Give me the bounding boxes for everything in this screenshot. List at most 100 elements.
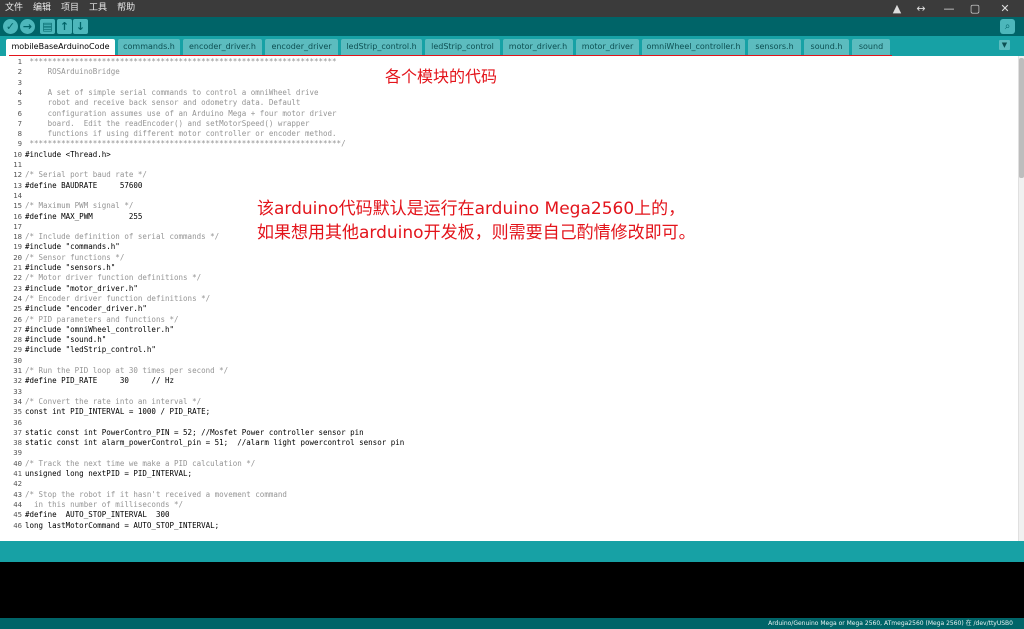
line-number: 15 bbox=[13, 201, 22, 211]
scrollbar-thumb[interactable] bbox=[1019, 58, 1024, 178]
menu-tools[interactable]: 工具 bbox=[84, 0, 112, 17]
menu-sketch[interactable]: 项目 bbox=[56, 0, 84, 17]
code-line[interactable]: configuration assumes use of an Arduino … bbox=[25, 109, 337, 118]
code-line[interactable]: /* Serial port baud rate */ bbox=[25, 170, 147, 179]
line-number-gutter: 1 2 3 4 5 6 7 8 9 10 11 12 13 14 15 16 17 18 19 20 21 22 23 24 2… bbox=[0, 56, 23, 541]
code-line[interactable]: #include "sensors.h" bbox=[25, 263, 115, 272]
code-line[interactable]: robot and receive back sensor and odomet… bbox=[25, 98, 301, 107]
code-line[interactable]: /* PID parameters and functions */ bbox=[25, 315, 179, 324]
line-number: 14 bbox=[13, 190, 22, 200]
line-number: 8 bbox=[17, 129, 22, 139]
line-number: 26 bbox=[13, 314, 22, 324]
tab-bar: mobileBaseArduinoCode commands.h encoder… bbox=[0, 36, 1024, 56]
line-number: 36 bbox=[13, 417, 22, 427]
line-number: 43 bbox=[13, 489, 22, 499]
line-number: 29 bbox=[13, 345, 22, 355]
line-number: 10 bbox=[13, 149, 22, 159]
code-editor[interactable]: 1 2 3 4 5 6 7 8 9 10 11 12 13 14 15 16 17 18 19 20 21 22 23 24 2… bbox=[0, 56, 1024, 541]
code-line[interactable]: #define AUTO_STOP_INTERVAL 300 bbox=[25, 510, 170, 519]
tab-encoder-driver[interactable]: encoder_driver bbox=[265, 39, 338, 56]
code-line[interactable]: /* Motor driver function definitions */ bbox=[25, 273, 201, 282]
code-line[interactable]: /* Maximum PWM signal */ bbox=[25, 201, 133, 210]
tab-mobile-base-arduino-code[interactable]: mobileBaseArduinoCode bbox=[6, 39, 115, 56]
tab-omniwheel-controller-h[interactable]: omniWheel_controller.h bbox=[642, 39, 745, 56]
code-line[interactable]: /* Convert the rate into an interval */ bbox=[25, 397, 201, 406]
line-number: 31 bbox=[13, 366, 22, 375]
line-number: 32 bbox=[13, 376, 22, 386]
line-number: 24 bbox=[13, 293, 22, 303]
code-line[interactable]: board. Edit the readEncoder() and setMot… bbox=[25, 119, 310, 128]
new-sketch-icon[interactable]: ▤ bbox=[40, 19, 55, 34]
line-number: 41 bbox=[13, 469, 22, 478]
toolbar: ✓ → ▤ ↑ ↓ ⌕ bbox=[0, 17, 1024, 36]
line-number: 9 bbox=[17, 139, 22, 149]
code-line[interactable]: #define MAX_PWM 255 bbox=[25, 212, 142, 221]
line-number: 45 bbox=[13, 510, 22, 520]
menu-file[interactable]: 文件 bbox=[0, 0, 28, 17]
code-line[interactable]: ****************************************… bbox=[25, 139, 346, 148]
code-line[interactable]: #include "commands.h" bbox=[25, 242, 120, 251]
editor-scrollbar[interactable] bbox=[1018, 56, 1024, 541]
tab-motor-driver[interactable]: motor_driver bbox=[576, 39, 639, 56]
code-line[interactable]: /* Stop the robot if it hasn't received … bbox=[25, 490, 287, 499]
window-maximize-icon[interactable]: ▢ bbox=[966, 0, 984, 17]
line-number: 40 bbox=[13, 458, 22, 468]
board-port-info: Arduino/Genuino Mega or Mega 2560, ATmeg… bbox=[768, 620, 1013, 627]
tab-sound[interactable]: sound bbox=[852, 39, 890, 56]
code-line[interactable]: functions if using different motor contr… bbox=[25, 129, 337, 138]
annotation-board-line-1: 该arduino代码默认是运行在arduino Mega2560上的， bbox=[257, 199, 686, 219]
code-line[interactable]: #include "encoder_driver.h" bbox=[25, 304, 147, 313]
code-line[interactable]: #define PID_RATE 30 // Hz bbox=[25, 376, 174, 385]
tab-ledstrip-control-h[interactable]: ledStrip_control.h bbox=[341, 39, 422, 56]
verify-icon[interactable]: ✓ bbox=[3, 19, 18, 34]
line-number: 39 bbox=[13, 448, 22, 458]
line-number: 22 bbox=[13, 273, 22, 283]
code-line[interactable]: in this number of milliseconds */ bbox=[25, 500, 183, 509]
code-line[interactable]: long lastMotorCommand = AUTO_STOP_INTERV… bbox=[25, 521, 219, 530]
code-line[interactable]: /* Run the PID loop at 30 times per seco… bbox=[25, 366, 228, 375]
save-sketch-icon[interactable]: ↓ bbox=[73, 19, 88, 34]
tab-sensors-h[interactable]: sensors.h bbox=[748, 39, 801, 56]
code-line[interactable]: #include "sound.h" bbox=[25, 335, 106, 344]
code-line[interactable]: /* Sensor functions */ bbox=[25, 253, 124, 262]
tab-sound-h[interactable]: sound.h bbox=[804, 39, 849, 56]
tab-commands-h[interactable]: commands.h bbox=[118, 39, 180, 56]
code-line[interactable]: #include <Thread.h> bbox=[25, 150, 111, 159]
code-line[interactable]: /* Include definition of serial commands… bbox=[25, 232, 219, 241]
window-minimize-icon[interactable]: — bbox=[940, 0, 958, 17]
code-line[interactable]: static const int alarm_powerControl_pin … bbox=[25, 438, 404, 447]
upload-icon[interactable]: → bbox=[20, 19, 35, 34]
code-line[interactable]: ****************************************… bbox=[25, 57, 337, 66]
line-number: 42 bbox=[13, 479, 22, 489]
menu-help[interactable]: 帮助 bbox=[112, 0, 140, 17]
code-line[interactable]: const int PID_INTERVAL = 1000 / PID_RATE… bbox=[25, 407, 210, 416]
line-number: 34 bbox=[13, 396, 22, 406]
code-line[interactable]: static const int PowerContro_PIN = 52; /… bbox=[25, 428, 364, 437]
window-resize-icon[interactable]: ↔ bbox=[912, 0, 930, 17]
code-line[interactable]: /* Encoder driver function definitions *… bbox=[25, 294, 210, 303]
code-line[interactable]: A set of simple serial commands to contr… bbox=[25, 88, 319, 97]
code-line[interactable]: ROSArduinoBridge bbox=[25, 67, 120, 76]
line-number: 35 bbox=[13, 407, 22, 417]
line-number: 11 bbox=[13, 160, 22, 169]
code-line[interactable]: /* Track the next time we make a PID cal… bbox=[25, 459, 255, 468]
code-line[interactable]: #define BAUDRATE 57600 bbox=[25, 181, 142, 190]
line-number: 20 bbox=[13, 252, 22, 262]
open-sketch-icon[interactable]: ↑ bbox=[57, 19, 72, 34]
footer-bar: Arduino/Genuino Mega or Mega 2560, ATmeg… bbox=[0, 618, 1024, 629]
tab-encoder-driver-h[interactable]: encoder_driver.h bbox=[183, 39, 262, 56]
tab-menu-icon[interactable]: ▼ bbox=[999, 40, 1010, 50]
tab-ledstrip-control[interactable]: ledStrip_control bbox=[425, 39, 500, 56]
code-line[interactable]: #include "omniWheel_controller.h" bbox=[25, 325, 174, 334]
line-number: 27 bbox=[13, 324, 22, 334]
console-output[interactable] bbox=[0, 562, 1024, 618]
serial-monitor-icon[interactable]: ⌕ bbox=[1000, 19, 1015, 34]
code-line[interactable]: #include "ledStrip_control.h" bbox=[25, 345, 156, 354]
window-up-icon[interactable]: ▲ bbox=[888, 0, 906, 17]
window-close-icon[interactable]: ✕ bbox=[996, 0, 1014, 17]
code-line[interactable]: unsigned long nextPID = PID_INTERVAL; bbox=[25, 469, 192, 478]
code-line[interactable]: #include "motor_driver.h" bbox=[25, 284, 138, 293]
line-number: 4 bbox=[17, 87, 22, 97]
tab-motor-driver-h[interactable]: motor_driver.h bbox=[503, 39, 573, 56]
menu-edit[interactable]: 编辑 bbox=[28, 0, 56, 17]
